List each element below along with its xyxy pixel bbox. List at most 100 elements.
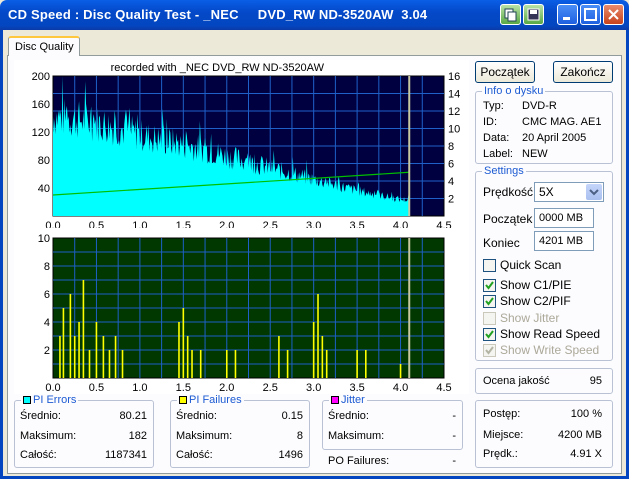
disc-label-value: NEW <box>522 148 548 160</box>
quality-value: 95 <box>589 375 602 387</box>
end-button[interactable]: Zakończ <box>553 61 613 83</box>
pi-errors-group: PI Errors Średnio: 80.21 Maksimum: 182 C… <box>14 394 154 468</box>
x-tick-label: 4.0 <box>393 382 408 394</box>
x-tick-label: 2.5 <box>263 382 278 394</box>
checkbox-box <box>483 312 496 325</box>
check-icon <box>485 346 494 355</box>
checkbox-box[interactable] <box>483 295 496 308</box>
jitter-avg-label: Średnio: <box>328 410 369 422</box>
speed-stat-value: 4.91 X <box>570 448 602 460</box>
pie-max-value: 182 <box>128 430 147 442</box>
end-label: Koniec <box>483 236 520 250</box>
checkbox-box[interactable] <box>483 328 496 341</box>
y-tick-label: 10 <box>38 233 50 245</box>
show-write-speed-label: Show Write Speed <box>500 343 600 357</box>
show-pie-label: Show C1/PIE <box>500 278 572 292</box>
y2-tick-label: 14 <box>448 89 460 101</box>
end-input[interactable]: 4201 MB <box>534 231 594 251</box>
jitter-avg-value: - <box>452 410 456 422</box>
check-icon <box>485 330 494 339</box>
pi-errors-chart: 0.0 0.5 1.0 1.5 2.0 2.5 3.0 3.5 4.0 4.52001601208… <box>14 60 469 238</box>
tab-disc-quality[interactable]: Disc Quality <box>8 36 80 56</box>
x-tick-label: 0.0 <box>45 382 60 394</box>
y-tick-label: 8 <box>44 261 50 273</box>
pie-avg-label: Średnio: <box>20 410 61 422</box>
pie-total-value: 1187341 <box>104 449 147 461</box>
start-button[interactable]: Początek <box>475 61 535 83</box>
show-read-speed-label: Show Read Speed <box>500 327 601 341</box>
checkbox-box[interactable] <box>483 279 496 292</box>
x-tick-label: 3.5 <box>349 382 364 394</box>
pi-failures-chart: 0.0 0.5 1.0 1.5 2.0 2.5 3.0 3.5 4.0 4.5 10 8 6 4 2 <box>14 228 469 394</box>
y2-tick-label: 10 <box>448 124 460 136</box>
y-tick-label: 200 <box>32 71 50 83</box>
progress-group: Postęp: 100 % Miejsce: 4200 MB Prędk.: 4… <box>475 400 613 468</box>
start-input[interactable]: 0000 MB <box>534 208 594 228</box>
speed-select-value: 5X <box>539 185 554 199</box>
quality-group: Ocena jakość 95 <box>475 368 613 394</box>
pi-failures-group: PI Failures Średnio: 0.15 Maksimum: 8 Ca… <box>170 394 310 468</box>
pi-failures-swatch <box>179 396 187 405</box>
pif-avg-label: Średnio: <box>176 410 217 422</box>
settings-legend: Settings <box>482 165 526 177</box>
chevron-down-icon[interactable] <box>586 184 602 200</box>
x-tick-label: 1.0 <box>132 382 147 394</box>
pi-errors-legend-text: PI Errors <box>33 394 77 406</box>
disc-type-value: DVD-R <box>522 100 557 112</box>
quick-scan-label: Quick Scan <box>500 258 562 272</box>
copy-icon[interactable] <box>500 4 521 25</box>
jitter-legend-text: Jitter <box>341 394 365 406</box>
x-tick-label: 2.0 <box>219 382 234 394</box>
y2-tick-label: 6 <box>448 159 454 171</box>
disc-info-legend: Info o dysku <box>482 85 546 97</box>
checkbox-box[interactable] <box>483 259 496 272</box>
x-tick-label: 3.0 <box>306 382 321 394</box>
disc-id-label: ID: <box>483 116 498 128</box>
pie-max-label: Maksimum: <box>20 430 77 442</box>
window-title: CD Speed : Disc Quality Test - _NEC DVD_… <box>8 7 428 22</box>
position-value: 4200 MB <box>557 429 602 441</box>
pie-avg-value: 80.21 <box>119 410 147 422</box>
position-label: Miejsce: <box>483 429 524 441</box>
y-tick-label: 6 <box>44 289 50 301</box>
start-label: Początek <box>483 212 533 226</box>
y2-tick-label: 16 <box>448 71 460 83</box>
close-icon[interactable] <box>603 4 624 25</box>
y-tick-label: 120 <box>32 127 50 139</box>
po-failures-value: - <box>452 455 456 467</box>
y-tick-label: 4 <box>44 317 50 329</box>
speed-select[interactable]: 5X <box>534 182 604 202</box>
speed-stat-label: Prędk.: <box>483 448 518 460</box>
y-tick-label: 2 <box>44 345 50 357</box>
chart-header: recorded with _NEC DVD_RW ND-3520AW <box>111 62 325 74</box>
save-icon[interactable] <box>523 4 544 25</box>
pi-failures-legend-text: PI Failures <box>189 394 242 406</box>
po-failures-label: PO Failures: <box>328 455 390 467</box>
title-bar: CD Speed : Disc Quality Test - _NEC DVD_… <box>0 0 629 30</box>
check-icon <box>485 281 494 290</box>
pi-failures-legend: PI Failures <box>177 394 244 406</box>
y-tick-label: 80 <box>38 155 50 167</box>
show-jitter-label: Show Jitter <box>500 311 560 325</box>
y-tick-label: 160 <box>32 99 50 111</box>
check-icon <box>485 297 494 306</box>
settings-group: Settings Prędkość 5X Początek 0000 MB Ko… <box>475 165 613 361</box>
x-tick-label: 4.5 <box>436 382 451 394</box>
disc-type-label: Typ: <box>483 100 504 112</box>
disc-id-value: CMC MAG. AE1 <box>522 116 602 128</box>
maximize-icon[interactable] <box>580 4 601 25</box>
pif-total-value: 1496 <box>278 449 303 461</box>
y2-tick-label: 4 <box>448 176 454 188</box>
pif-total-label: Całość: <box>176 449 213 461</box>
disc-date-label: Data: <box>483 132 510 144</box>
checkbox-box <box>483 344 496 357</box>
pif-max-label: Maksimum: <box>176 430 233 442</box>
pi-errors-legend: PI Errors <box>21 394 79 406</box>
progress-value: 100 % <box>570 408 602 420</box>
y2-tick-label: 2 <box>448 194 454 206</box>
pi-errors-swatch <box>23 396 31 405</box>
disc-info-group: Info o dysku Typ: DVD-R ID: CMC MAG. AE1… <box>475 85 613 164</box>
speed-label: Prędkość <box>483 185 534 199</box>
y2-tick-label: 8 <box>448 141 454 153</box>
minimize-icon[interactable] <box>557 4 578 25</box>
